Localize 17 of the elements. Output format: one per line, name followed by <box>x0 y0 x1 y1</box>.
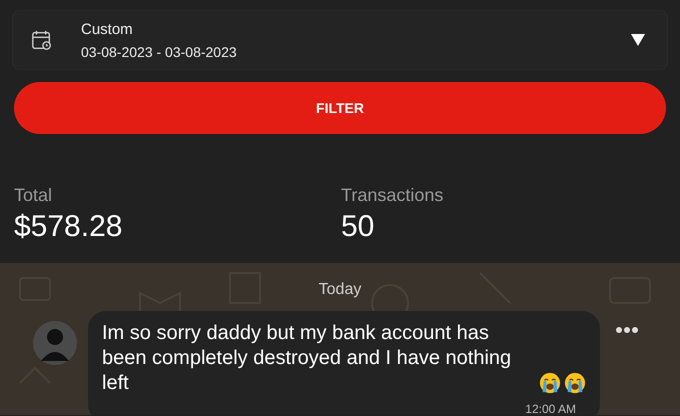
stat-label: Transactions <box>341 185 444 206</box>
date-range: 03-08-2023 - 03-08-2023 <box>81 44 238 60</box>
avatar <box>33 321 77 365</box>
stat-label: Total <box>14 185 54 206</box>
more-options-icon[interactable] <box>616 327 638 333</box>
stat-value: $578.28 <box>14 210 124 244</box>
message-time: 12:00 AM <box>524 402 576 415</box>
date-separator: Today <box>318 281 362 299</box>
date-range-selector[interactable]: Custom 03-08-2023 - 03-08-2023 <box>12 10 668 70</box>
filter-mode: Custom <box>81 20 134 38</box>
calendar-icon <box>31 29 53 51</box>
crying-face-icon <box>564 372 586 394</box>
crying-face-icon <box>539 372 561 394</box>
dropdown-caret-icon <box>631 34 645 46</box>
stat-value: 50 <box>341 210 376 244</box>
filter-button[interactable]: FILTER <box>14 82 666 134</box>
message-text: Im so sorry daddy but my bank account has been completely destroyed and I have nothing left <box>102 321 512 396</box>
